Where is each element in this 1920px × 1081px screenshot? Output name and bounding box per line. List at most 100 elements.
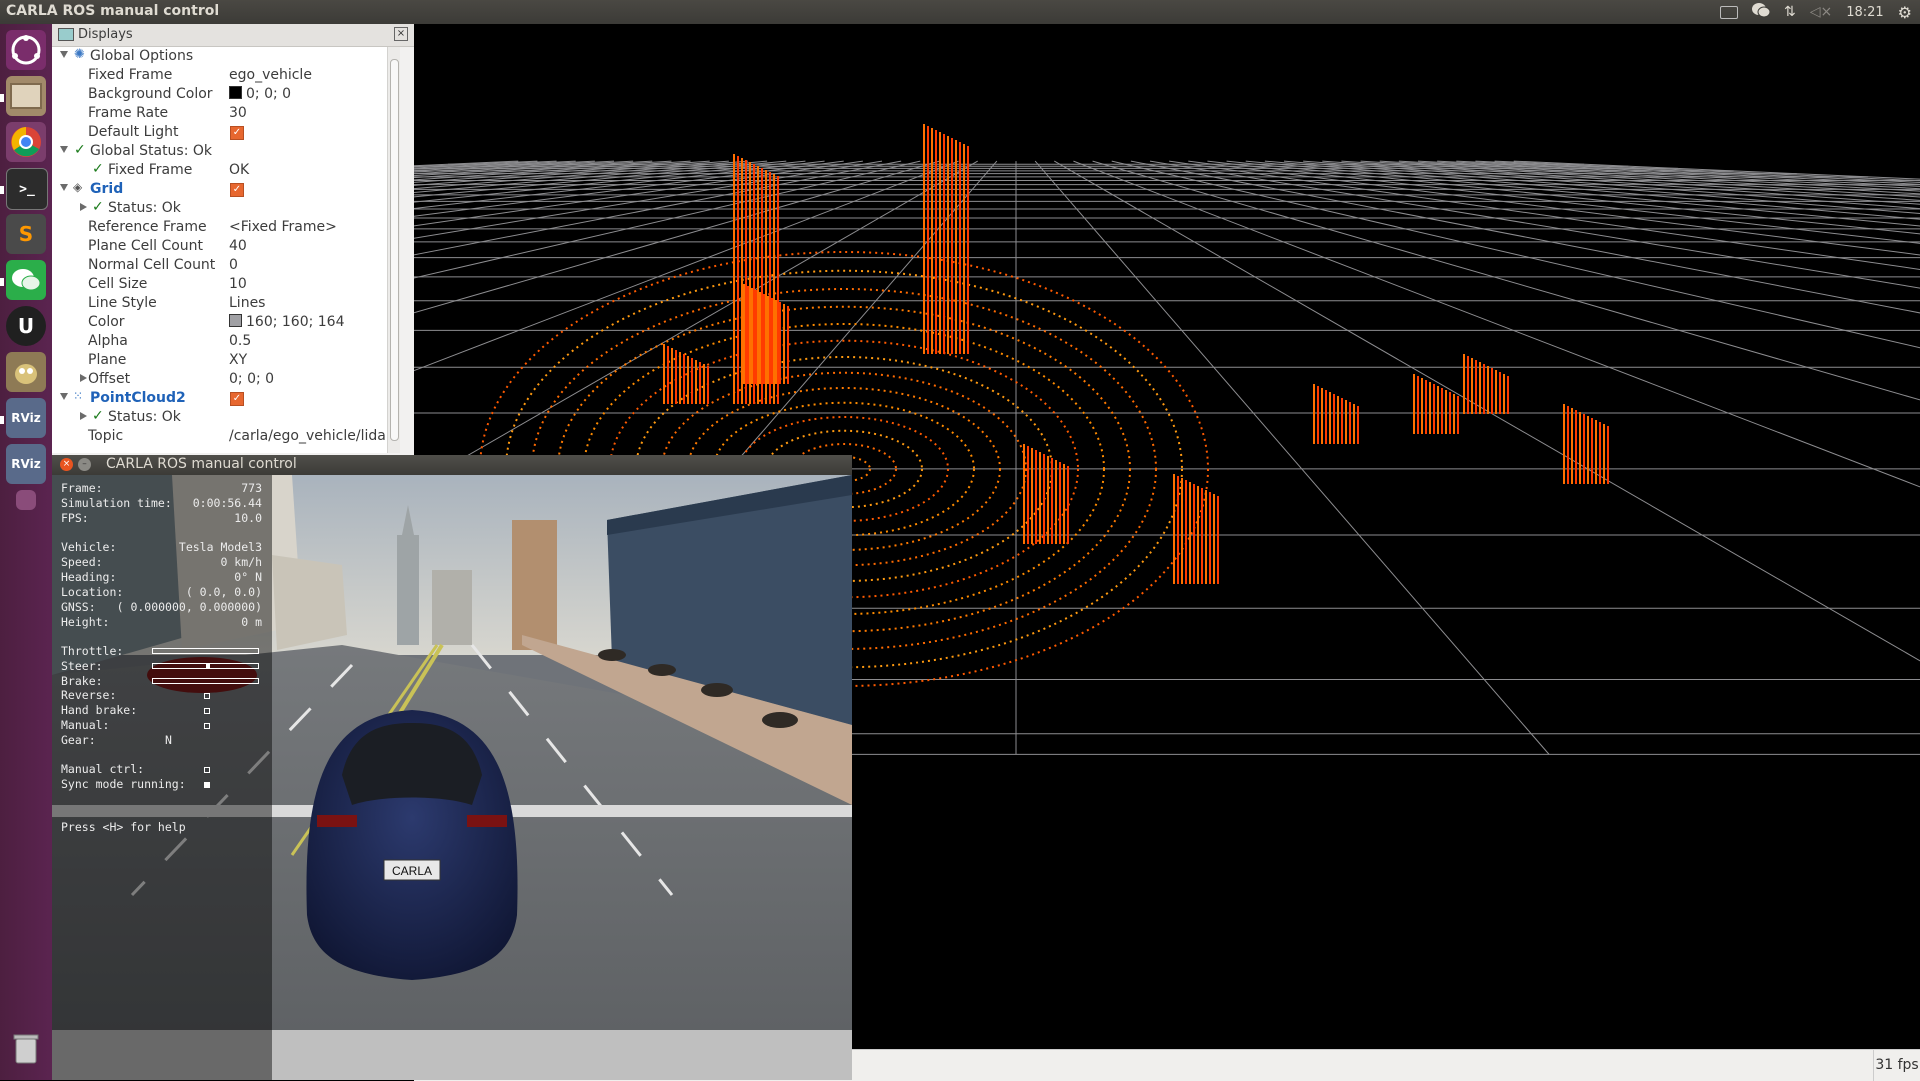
hud-location-value: ( 0.0, 0.0) [185, 585, 262, 599]
planter [648, 664, 676, 676]
background-color-value: 0; 0; 0 [246, 86, 292, 102]
keyboard-icon[interactable] [1719, 5, 1738, 19]
tree-row-grid-status[interactable]: ✓ Status: Ok [52, 199, 400, 218]
plane-value[interactable]: XY [229, 352, 247, 368]
plane-cell-count-value[interactable]: 40 [229, 238, 247, 254]
topic-value[interactable]: /carla/ego_vehicle/lidar [229, 428, 392, 444]
workspace-icon[interactable] [16, 490, 36, 510]
terminal-icon[interactable]: >_ [6, 168, 48, 210]
default-light-checkbox[interactable]: ✓ [230, 126, 244, 140]
expand-arrow-icon[interactable] [60, 51, 68, 58]
tree-row-default-light[interactable]: Default Light ✓ [52, 123, 400, 142]
gimp-icon[interactable] [6, 352, 46, 392]
tree-row-cell-size[interactable]: Cell Size 10 [52, 275, 400, 294]
running-indicator [0, 186, 4, 194]
clock-time[interactable]: 18:21 [1846, 5, 1883, 20]
wechat-icon[interactable] [6, 260, 46, 300]
grid-line [1226, 160, 1920, 235]
offset-value[interactable]: 0; 0; 0 [229, 371, 274, 387]
tree-row-background-color[interactable]: Background Color 0; 0; 0 [52, 85, 400, 104]
tree-row-frame-rate[interactable]: Frame Rate 30 [52, 104, 400, 123]
tree-row-fixed-frame-status[interactable]: ✓ Fixed Frame OK [52, 161, 400, 180]
left-building-mid [272, 555, 347, 650]
tree-row-reference-frame[interactable]: Reference Frame <Fixed Frame> [52, 218, 400, 237]
pointcloud2-enabled-checkbox[interactable]: ✓ [230, 392, 244, 406]
grid-line [1341, 160, 1920, 201]
grid-color-value: 160; 160; 164 [246, 314, 345, 330]
tree-row-topic[interactable]: Topic /carla/ego_vehicle/lidar [52, 427, 400, 446]
expand-arrow-icon[interactable] [60, 146, 68, 153]
close-icon[interactable]: × [394, 27, 408, 41]
steer-bar-knob [205, 663, 210, 669]
alpha-value[interactable]: 0.5 [229, 333, 251, 349]
hud-gnss-value: ( 0.000000, 0.000000) [116, 600, 262, 614]
volume-muted-icon[interactable]: ◁× [1810, 4, 1833, 20]
grid-line [1360, 160, 1920, 198]
license-plate: CARLA [392, 864, 432, 878]
tree-row-plane[interactable]: Plane XY [52, 351, 400, 370]
scrollbar-thumb[interactable] [390, 59, 399, 441]
tree-row-line-style[interactable]: Line Style Lines [52, 294, 400, 313]
file-manager-icon[interactable] [6, 76, 46, 116]
tree-row-alpha[interactable]: Alpha 0.5 [52, 332, 400, 351]
tree-row-pointcloud-status[interactable]: ✓ Status: Ok [52, 408, 400, 427]
manual-ctrl-indicator [204, 767, 210, 773]
handbrake-indicator [204, 708, 210, 714]
expand-arrow-icon[interactable] [60, 393, 68, 400]
settings-gear-icon[interactable]: ⚙ [1898, 3, 1912, 22]
grid-line [1437, 160, 1920, 187]
cell-size-value[interactable]: 10 [229, 276, 247, 292]
expand-arrow-icon[interactable] [60, 184, 68, 191]
collapse-arrow-icon[interactable] [80, 203, 87, 211]
tree-row-color[interactable]: Color 160; 160; 164 [52, 313, 400, 332]
reference-frame-value[interactable]: <Fixed Frame> [229, 219, 337, 235]
line-style-value[interactable]: Lines [229, 295, 265, 311]
hud-manual-ctrl-label: Manual ctrl: [61, 762, 145, 776]
hud-height-value: 0 m [241, 615, 262, 629]
trash-icon[interactable] [6, 1028, 46, 1068]
tree-row-global-options[interactable]: ✺ Global Options [52, 47, 400, 66]
tree-row-pointcloud2[interactable]: ⁙ PointCloud2 ✓ [52, 389, 400, 408]
planter [598, 649, 626, 661]
far-building [432, 570, 472, 645]
fixed-frame-value[interactable]: ego_vehicle [229, 67, 312, 83]
frame-rate-value[interactable]: 30 [229, 105, 247, 121]
minimize-window-icon[interactable]: – [78, 458, 91, 471]
tree-row-plane-cell-count[interactable]: Plane Cell Count 40 [52, 237, 400, 256]
ego-tesla-car: CARLA [306, 710, 518, 980]
rviz-icon[interactable]: RViz [6, 444, 46, 484]
check-icon: ✓ [92, 408, 104, 424]
wechat-icon[interactable] [1751, 2, 1771, 22]
window-titlebar[interactable]: × – CARLA ROS manual control [52, 455, 852, 475]
chrome-icon[interactable] [6, 122, 46, 162]
grid-enabled-checkbox[interactable]: ✓ [230, 183, 244, 197]
network-icon[interactable]: ⇅ [1784, 4, 1796, 20]
carla-manual-control-window[interactable]: × – CARLA ROS manual control CARLA Frame… [52, 455, 852, 1080]
collapse-arrow-icon[interactable] [80, 412, 87, 420]
check-icon: ✓ [92, 199, 104, 215]
grid-line [1494, 160, 1920, 182]
hud-vehicle-value: Tesla Model3 [178, 540, 262, 554]
ubuntu-dash-icon[interactable] [6, 30, 46, 70]
tree-scrollbar[interactable] [387, 47, 400, 453]
tree-row-global-status[interactable]: ✓ Global Status: Ok [52, 142, 400, 161]
displays-panel: Displays × ✺ Global Options Fixed Frame … [52, 24, 415, 456]
throttle-bar [152, 648, 259, 654]
check-icon: ✓ [92, 161, 104, 177]
rviz-icon[interactable]: RViz [6, 398, 46, 438]
hud-gear-label: Gear: [61, 733, 96, 747]
normal-cell-count-value[interactable]: 0 [229, 257, 238, 273]
unreal-engine-icon[interactable]: U [6, 306, 46, 346]
grid-line [1475, 160, 1920, 183]
tree-row-grid[interactable]: ◈ Grid ✓ [52, 180, 400, 199]
hud-location-label: Location: [61, 585, 124, 599]
hud-help-text: Press <H> for help [61, 820, 186, 834]
close-window-icon[interactable]: × [60, 458, 73, 471]
tree-row-offset[interactable]: Offset 0; 0; 0 [52, 370, 400, 389]
collapse-arrow-icon[interactable] [80, 374, 87, 382]
tree-row-normal-cell-count[interactable]: Normal Cell Count 0 [52, 256, 400, 275]
displays-panel-header: Displays × [52, 24, 414, 47]
sublime-icon[interactable]: S [6, 214, 46, 254]
tree-row-fixed-frame[interactable]: Fixed Frame ego_vehicle [52, 66, 400, 85]
render-fps-label: 31 fps [1873, 1050, 1920, 1081]
